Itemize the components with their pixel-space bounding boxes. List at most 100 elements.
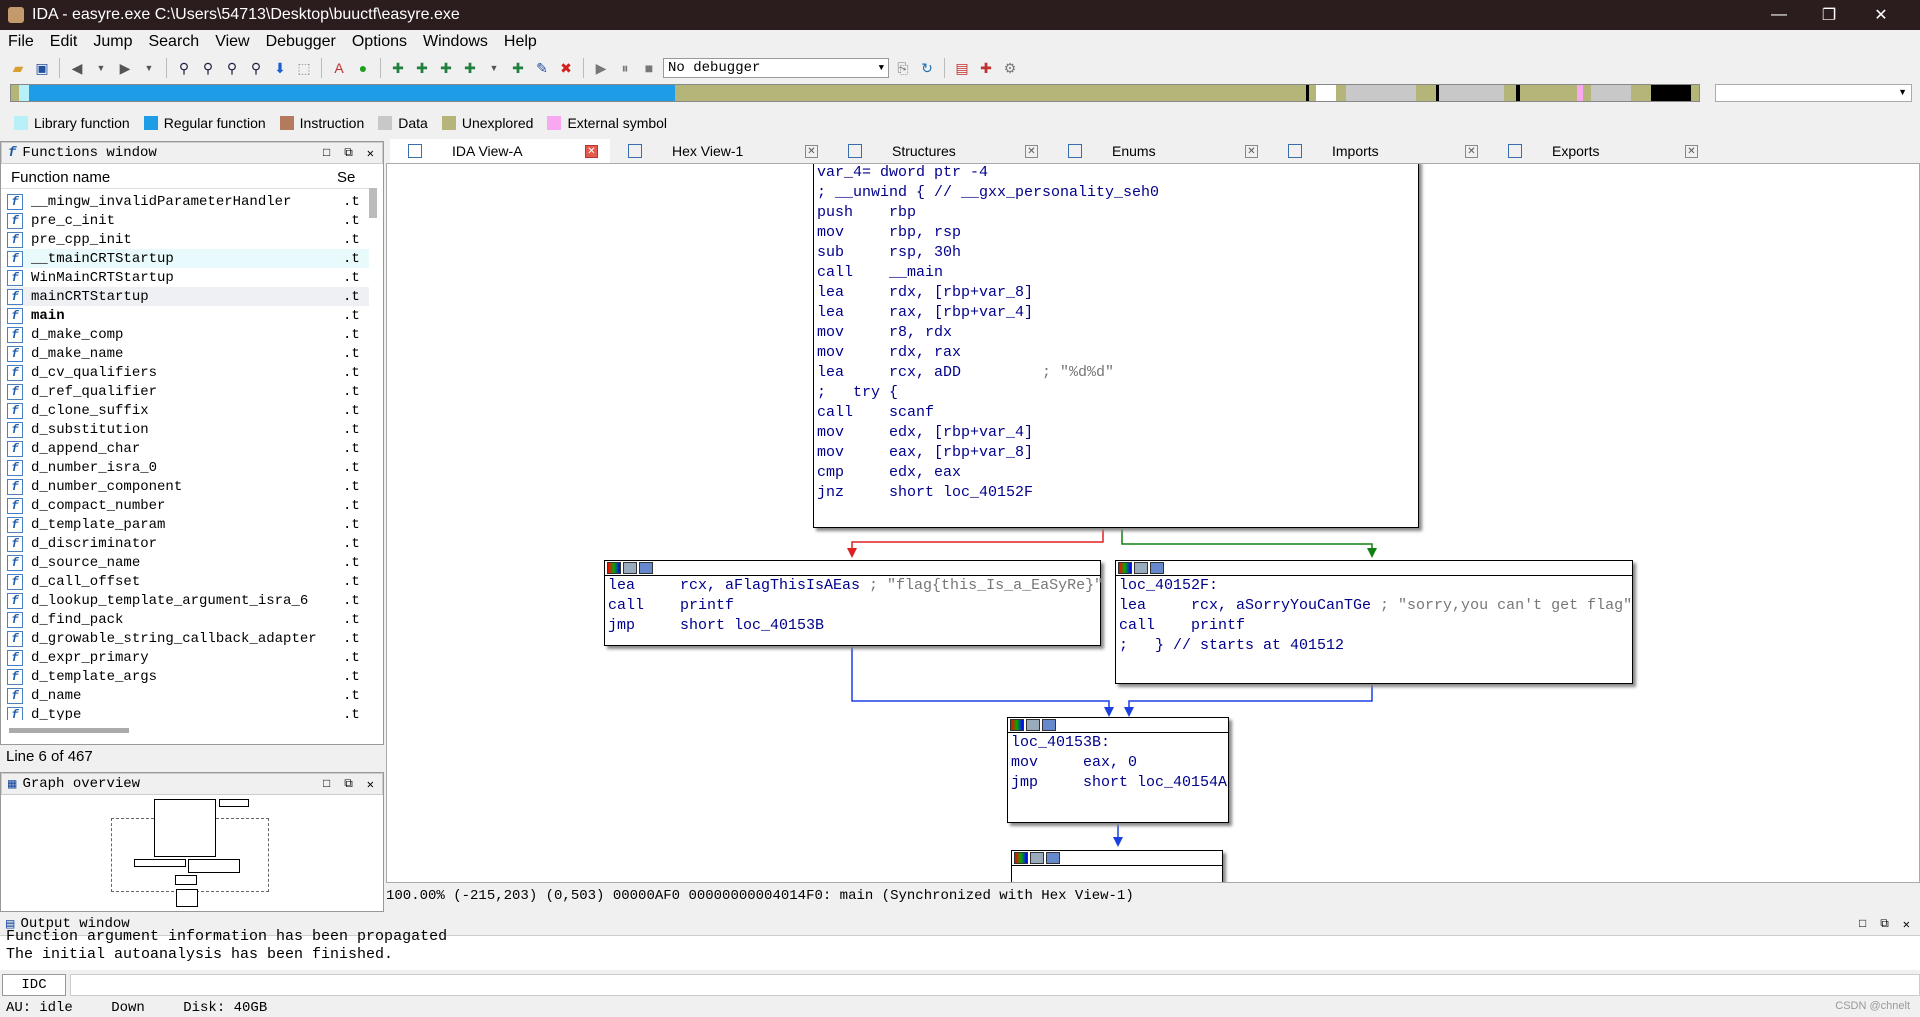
asm-line[interactable]: call __main (814, 263, 1418, 283)
function-list-item[interactable]: f WinMainCRTStartup .t (7, 268, 369, 287)
idc-button[interactable]: IDC (2, 974, 66, 996)
function-list-item[interactable]: f d_make_comp .t (7, 325, 369, 344)
asm-line[interactable]: jmp short loc_40153B (605, 616, 1100, 636)
save-icon[interactable]: ▣ (32, 58, 52, 78)
menu-file[interactable]: File (0, 33, 42, 51)
asm-line[interactable]: lea rdx, [rbp+var_8] (814, 283, 1418, 303)
close-icon[interactable]: ✕ (367, 777, 374, 792)
back-arrow-icon[interactable]: ◀ (67, 58, 87, 78)
asm-line[interactable]: loc_40152F: (1116, 576, 1632, 596)
asm-line[interactable]: call printf (605, 596, 1100, 616)
close-button[interactable]: ✕ (1858, 0, 1904, 30)
float-icon[interactable]: ⧉ (344, 777, 353, 792)
debugger-select[interactable]: No debugger ▼ (663, 58, 889, 78)
function-list-item[interactable]: f d_expr_primary .t (7, 648, 369, 667)
search-text-icon[interactable]: ⚲ (198, 58, 218, 78)
function-list-item[interactable]: f d_number_component .t (7, 477, 369, 496)
menu-search[interactable]: Search (140, 33, 207, 51)
chevron-down-icon[interactable]: ▼ (484, 58, 504, 78)
menu-edit[interactable]: Edit (42, 33, 86, 51)
restore-icon[interactable]: □ (323, 146, 330, 161)
horizontal-scrollbar[interactable] (9, 728, 129, 733)
menu-help[interactable]: Help (496, 33, 545, 51)
pause-icon[interactable]: ⏸ (615, 58, 635, 78)
create-struct-icon[interactable]: ✚ (412, 58, 432, 78)
graph-node-end[interactable]: loc_40153B: mov eax, 0 jmp short loc_40154… (1007, 717, 1229, 823)
function-list-item[interactable]: f __mingw_invalidParameterHandler .t (7, 192, 369, 211)
column-segment[interactable]: Se (337, 169, 355, 186)
float-icon[interactable]: ⧉ (344, 146, 353, 161)
function-list-item[interactable]: f d_call_offset .t (7, 572, 369, 591)
attach-process-icon[interactable]: ⎘ (893, 58, 913, 78)
segment-select[interactable]: ▼ (1715, 84, 1912, 102)
asm-line[interactable]: mov rbp, rsp (814, 223, 1418, 243)
add-segment-icon[interactable]: ✚ (460, 58, 480, 78)
function-list-item[interactable]: f d_type .t (7, 705, 369, 720)
function-list-item[interactable]: f d_make_name .t (7, 344, 369, 363)
refresh-icon[interactable]: ↻ (917, 58, 937, 78)
asm-line[interactable]: call scanf (814, 403, 1418, 423)
edit-icon[interactable]: ✎ (532, 58, 552, 78)
navigation-band[interactable] (10, 84, 1700, 102)
close-icon[interactable]: ✕ (805, 144, 818, 158)
vertical-scrollbar[interactable] (369, 188, 377, 218)
graph-node-sorry[interactable]: loc_40152F: lea rcx, aSorryYouCanTGe ; "s… (1115, 560, 1633, 684)
ida-graph-view[interactable]: var_4= dword ptr -4; __unwind { // __gxx… (386, 163, 1920, 883)
asm-line[interactable]: push rbp (814, 203, 1418, 223)
create-enum-icon[interactable]: ✚ (436, 58, 456, 78)
stop-icon[interactable]: ■ (639, 58, 659, 78)
asm-line[interactable]: mov rdx, rax (814, 343, 1418, 363)
delete-x-icon[interactable]: ✖ (556, 58, 576, 78)
asm-line[interactable]: sub rsp, 30h (814, 243, 1418, 263)
menu-view[interactable]: View (207, 33, 257, 51)
function-list-item[interactable]: f d_name .t (7, 686, 369, 705)
function-list-item[interactable]: f d_append_char .t (7, 439, 369, 458)
function-list-item[interactable]: f d_cv_qualifiers .t (7, 363, 369, 382)
asm-line[interactable]: call printf (1116, 616, 1632, 636)
close-icon[interactable]: ✕ (1685, 144, 1698, 158)
asm-line[interactable]: lea rcx, aFlagThisIsAEas ; "flag{this_Is… (605, 576, 1103, 596)
asm-line[interactable]: var_4= dword ptr -4 (814, 164, 1418, 183)
menu-windows[interactable]: Windows (415, 33, 496, 51)
jump-down-icon[interactable]: ⬇ (270, 58, 290, 78)
tab-imports[interactable]: Imports ✕ (1270, 139, 1490, 163)
function-list-item[interactable]: f d_template_args .t (7, 667, 369, 686)
function-list-item[interactable]: f d_number_isra_0 .t (7, 458, 369, 477)
function-list-item[interactable]: f pre_c_init .t (7, 211, 369, 230)
text-view-icon[interactable]: A (329, 58, 349, 78)
command-input[interactable] (70, 974, 1920, 996)
minimize-button[interactable]: — (1756, 0, 1802, 30)
close-icon[interactable]: ✕ (1465, 144, 1478, 158)
menu-options[interactable]: Options (344, 33, 415, 51)
asm-line[interactable]: lea rcx, aSorryYouCanTGe ; "sorry,you ca… (1116, 596, 1632, 616)
close-icon[interactable]: ✕ (367, 146, 374, 161)
function-list-item[interactable]: f d_clone_suffix .t (7, 401, 369, 420)
function-list-item[interactable]: f main .t (7, 306, 369, 325)
asm-line[interactable]: lea rcx, aDD ; "%d%d" (814, 363, 1418, 383)
patch-icon[interactable]: ✚ (508, 58, 528, 78)
binoculars-icon[interactable]: ⚲ (174, 58, 194, 78)
asm-line[interactable]: mov r8, rdx (814, 323, 1418, 343)
function-list-item[interactable]: f d_template_param .t (7, 515, 369, 534)
function-list-item[interactable]: f __tmainCRTStartup .t (7, 249, 369, 268)
function-list-item[interactable]: f d_source_name .t (7, 553, 369, 572)
tab-enums[interactable]: Enums ✕ (1050, 139, 1270, 163)
play-icon[interactable]: ▶ (591, 58, 611, 78)
function-list-item[interactable]: f d_substitution .t (7, 420, 369, 439)
asm-line[interactable]: ; } // starts at 401512 (1116, 636, 1632, 656)
close-icon[interactable]: ✕ (1245, 144, 1258, 158)
function-list-item[interactable]: f pre_cpp_init .t (7, 230, 369, 249)
asm-line[interactable]: jmp short loc_40154A (1008, 773, 1228, 793)
breakpoint-list-icon[interactable]: ▤ (952, 58, 972, 78)
asm-line[interactable]: jnz short loc_40152F (814, 483, 1418, 503)
create-function-icon[interactable]: ✚ (388, 58, 408, 78)
search-next-icon[interactable]: ⚲ (246, 58, 266, 78)
function-list-item[interactable]: f d_ref_qualifier .t (7, 382, 369, 401)
tab-structures[interactable]: Structures ✕ (830, 139, 1050, 163)
maximize-button[interactable]: ❐ (1806, 0, 1852, 30)
asm-line[interactable]: mov eax, [rbp+var_8] (814, 443, 1418, 463)
asm-line[interactable]: ; try { (814, 383, 1418, 403)
graph-mode-icon[interactable]: ⬚ (294, 58, 314, 78)
column-function-name[interactable]: Function name (1, 169, 337, 186)
menu-jump[interactable]: Jump (85, 33, 140, 51)
